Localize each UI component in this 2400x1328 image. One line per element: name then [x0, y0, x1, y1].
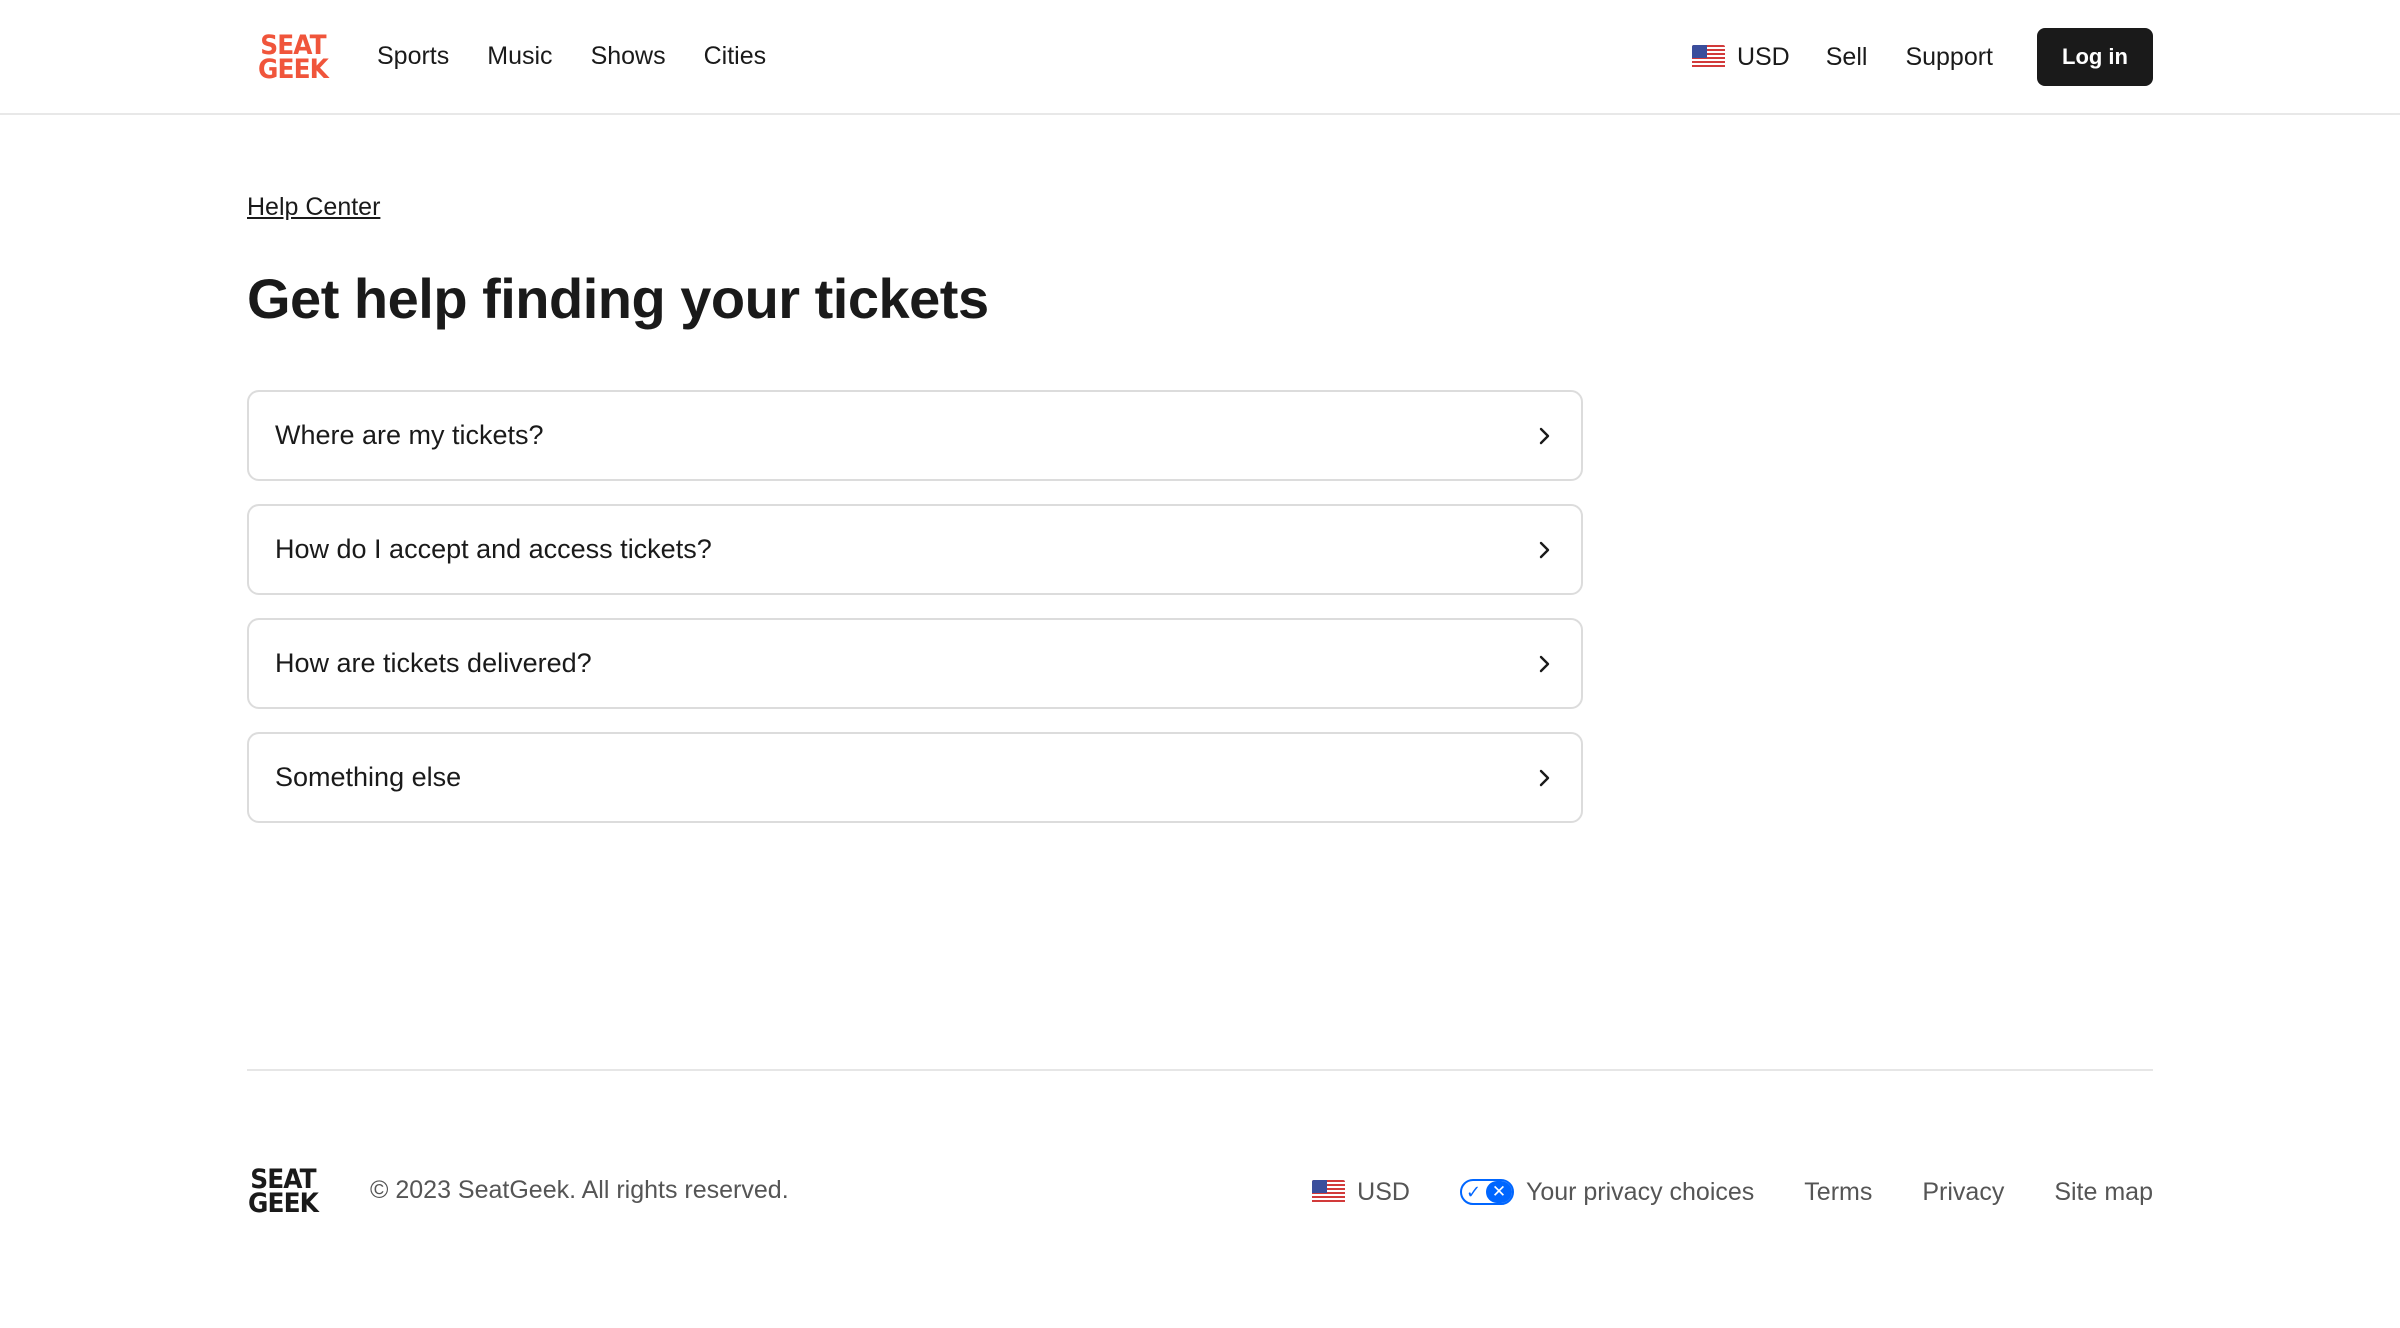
currency-selector[interactable]: USD	[1691, 42, 1790, 72]
support-link[interactable]: Support	[1905, 43, 1993, 72]
seatgeek-logo[interactable]: SEAT GEEK	[258, 32, 329, 85]
nav-shows[interactable]: Shows	[591, 38, 666, 74]
chevron-right-icon	[1539, 541, 1550, 558]
help-option-delivery[interactable]: How are tickets delivered?	[247, 618, 1583, 709]
footer-links: USD ✓ ✕ Your privacy choices Terms Privac…	[1312, 1172, 2153, 1212]
option-label: Where are my tickets?	[275, 420, 544, 450]
chevron-right-icon	[1539, 427, 1550, 444]
help-options-list: Where are my tickets? How do I accept an…	[247, 390, 1583, 846]
login-button[interactable]: Log in	[2037, 28, 2153, 86]
option-label: How do I accept and access tickets?	[275, 534, 712, 564]
terms-link[interactable]: Terms	[1804, 1178, 1872, 1207]
breadcrumb-help-center[interactable]: Help Center	[247, 193, 380, 222]
page-title: Get help finding your tickets	[247, 267, 989, 330]
logo-line-2: GEEK	[258, 54, 329, 85]
us-flag-icon	[1691, 45, 1725, 69]
copyright-text: © 2023 SeatGeek. All rights reserved.	[370, 1176, 789, 1204]
privacy-link[interactable]: Privacy	[1922, 1178, 2004, 1207]
currency-label: USD	[1736, 42, 1790, 71]
footer-divider	[247, 1069, 2153, 1071]
footer-seatgeek-logo[interactable]: SEAT GEEK	[248, 1166, 319, 1219]
privacy-choices-link[interactable]: ✓ ✕ Your privacy choices	[1459, 1177, 1755, 1207]
help-option-accept-access[interactable]: How do I accept and access tickets?	[247, 504, 1583, 595]
main-nav: Sports Music Shows Cities	[377, 38, 804, 74]
chevron-right-icon	[1539, 769, 1550, 786]
privacy-toggle-icon: ✓ ✕	[1459, 1179, 1514, 1205]
sell-link[interactable]: Sell	[1826, 43, 1868, 72]
help-option-something-else[interactable]: Something else	[247, 732, 1583, 823]
option-label: Something else	[275, 762, 462, 792]
privacy-choices-label: Your privacy choices	[1525, 1177, 1755, 1206]
chevron-right-icon	[1539, 655, 1550, 672]
nav-cities[interactable]: Cities	[704, 38, 767, 74]
logo-line-2: GEEK	[248, 1188, 319, 1219]
nav-music[interactable]: Music	[487, 38, 552, 74]
help-option-where-are-my-tickets[interactable]: Where are my tickets?	[247, 390, 1583, 481]
option-label: How are tickets delivered?	[275, 648, 592, 678]
nav-sports[interactable]: Sports	[377, 38, 449, 74]
footer-currency-label: USD	[1357, 1177, 1410, 1206]
us-flag-icon	[1312, 1180, 1346, 1204]
footer-currency-selector[interactable]: USD	[1312, 1178, 1410, 1207]
site-header: SEAT GEEK Sports Music Shows Cities USD …	[0, 0, 2400, 115]
header-actions: USD Sell Support Log in	[1691, 28, 2400, 86]
sitemap-link[interactable]: Site map	[2054, 1178, 2153, 1207]
